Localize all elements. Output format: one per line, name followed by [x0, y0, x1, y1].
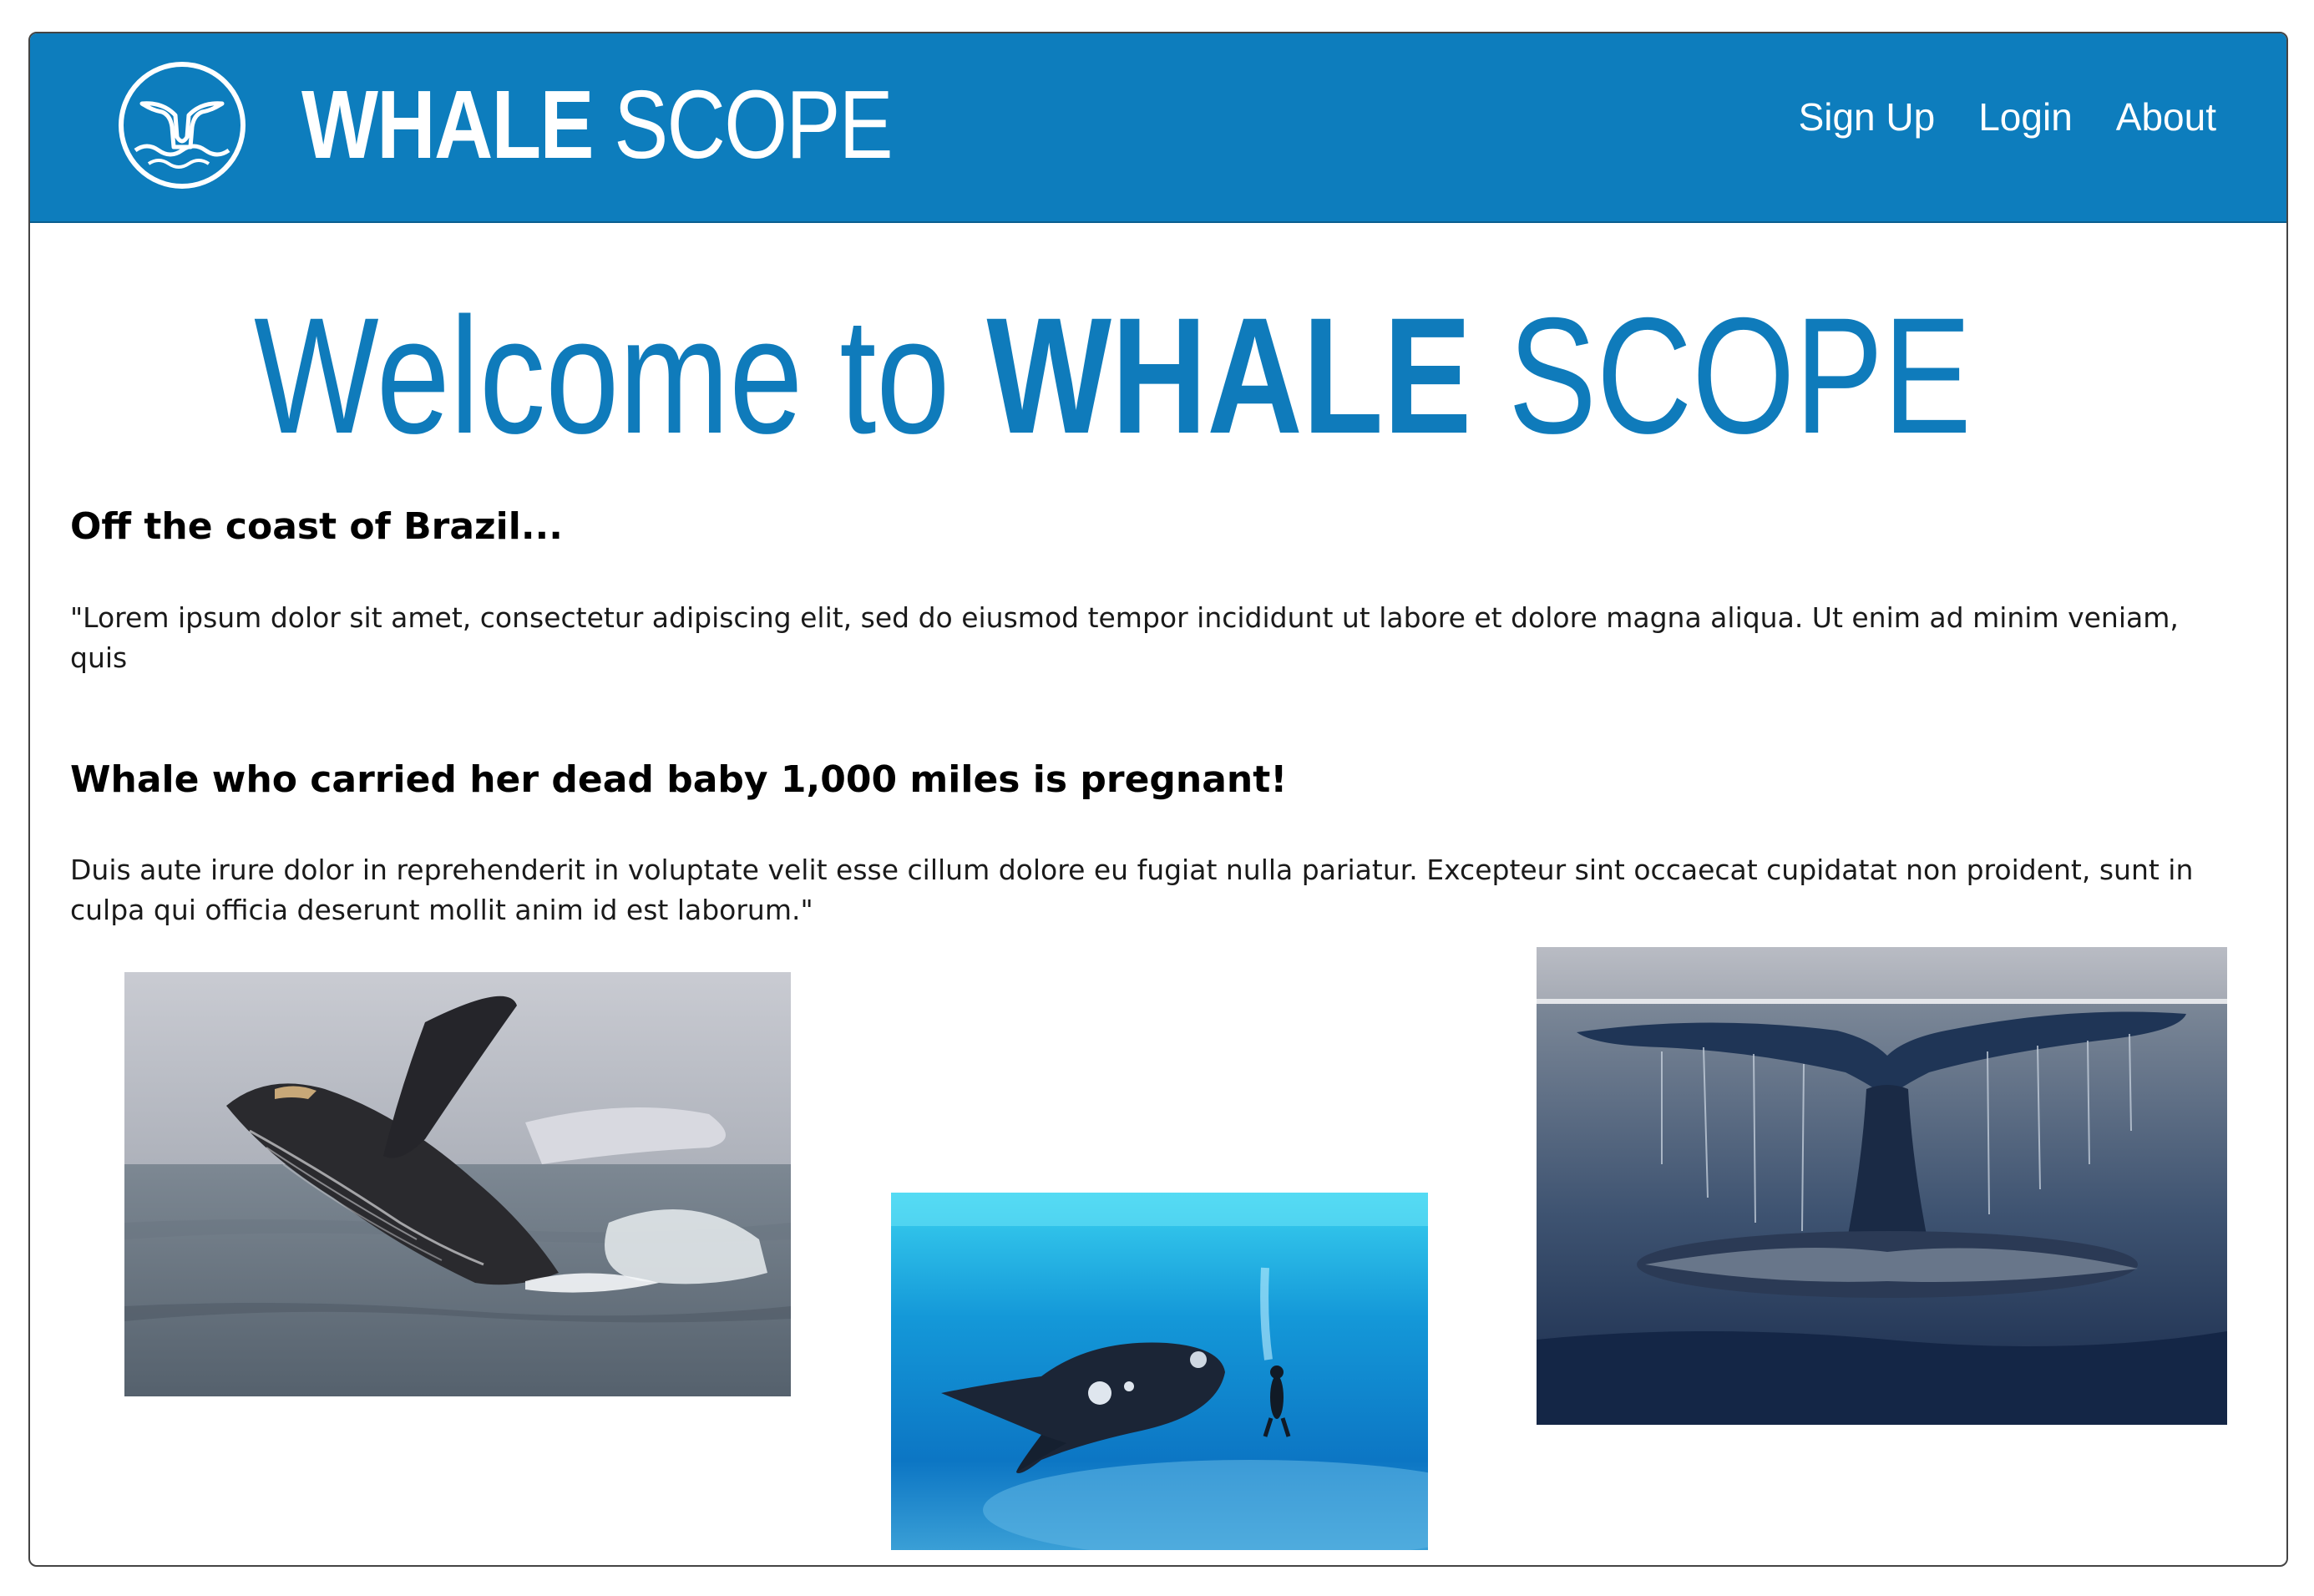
welcome-brand-bold: WHALE [986, 283, 1471, 468]
nav-login-link[interactable]: Login [1978, 92, 2073, 142]
brand-wordmark: WHALE SCOPE [301, 70, 894, 179]
welcome-heading: Welcome to WHALE SCOPE [30, 284, 2286, 468]
brand-light: SCOPE [614, 70, 893, 179]
underwater-whale-diver-photo [891, 1193, 1428, 1550]
page-frame: WHALE SCOPE Sign Up Login About Welcome … [28, 32, 2288, 1567]
whale-tail-icon [119, 62, 246, 189]
welcome-prefix: Welcome to [253, 283, 987, 468]
nav-sign-up-link[interactable]: Sign Up [1799, 92, 1936, 142]
humpback-breach-photo [124, 972, 791, 1396]
nav-about-link[interactable]: About [2116, 92, 2216, 142]
article-body: "Lorem ipsum dolor sit amet, consectetur… [70, 601, 2179, 674]
article-body: Duis aute irure dolor in reprehenderit i… [70, 854, 2194, 926]
site-header: WHALE SCOPE Sign Up Login About [30, 33, 2286, 223]
whale-tail-photo [1537, 947, 2227, 1425]
brand-bold: WHALE [301, 70, 595, 179]
welcome-brand-light: SCOPE [1471, 283, 1972, 468]
main-nav: Sign Up Login About [1799, 92, 2216, 142]
article-title: Whale who carried her dead baby 1,000 mi… [70, 758, 1288, 801]
article-title: Off the coast of Brazil... [70, 505, 563, 548]
